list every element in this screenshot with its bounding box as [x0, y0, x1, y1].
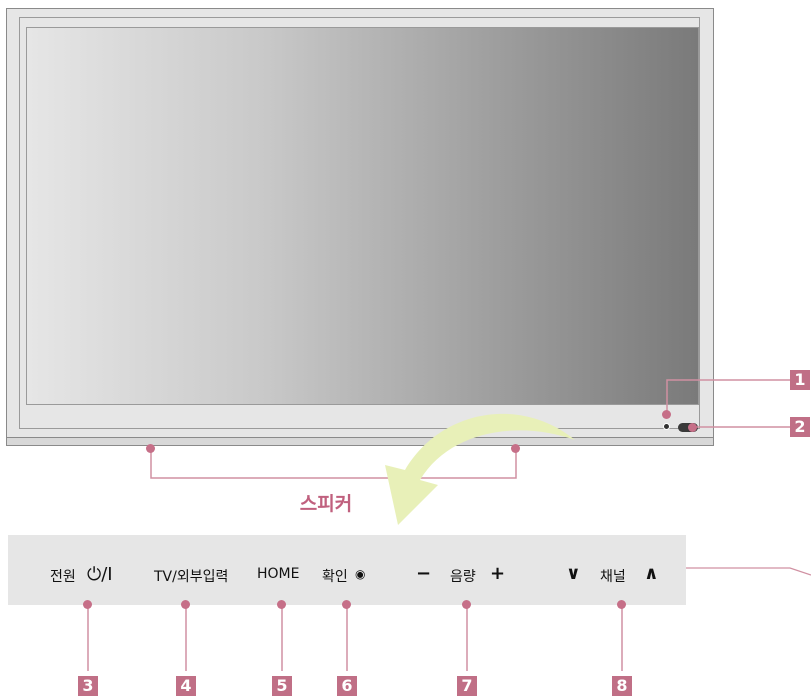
channel-up-button[interactable]: ∧	[644, 563, 659, 584]
home-button[interactable]: HOME	[257, 566, 299, 582]
indicator-marker-dot	[688, 423, 697, 432]
power-button-icon[interactable]: ⏻/Ⅰ	[87, 564, 113, 585]
volume-down-button[interactable]: −	[416, 563, 431, 584]
callout-4: 4	[176, 676, 196, 696]
speaker-left-dot	[146, 444, 155, 453]
ok-label: 확인	[322, 569, 348, 585]
volume-label: 음량	[450, 569, 476, 585]
callout-6: 6	[337, 676, 357, 696]
home-marker-dot	[277, 600, 286, 609]
callout-8: 8	[612, 676, 632, 696]
curved-arrow	[385, 413, 575, 525]
power-marker-dot	[83, 600, 92, 609]
channel-label: 채널	[600, 569, 626, 585]
sensor-marker-dot	[662, 410, 671, 419]
speaker-bracket	[150, 449, 517, 479]
callout-1-line	[666, 379, 790, 415]
callout-5: 5	[272, 676, 292, 696]
volume-up-button[interactable]: +	[490, 563, 505, 584]
speaker-right-dot	[511, 444, 520, 453]
input-button[interactable]: TV/외부입력	[154, 566, 228, 586]
volume-marker-dot	[462, 600, 471, 609]
callout-7: 7	[457, 676, 477, 696]
ok-marker-dot	[342, 600, 351, 609]
input-marker-dot	[181, 600, 190, 609]
callout-1: 1	[790, 370, 810, 390]
channel-marker-dot	[617, 600, 626, 609]
ok-button-icon[interactable]: ◉	[355, 567, 365, 581]
speaker-label: 스피커	[299, 493, 353, 515]
power-label: 전원	[50, 569, 76, 585]
callout-2: 2	[790, 417, 810, 437]
callout-3: 3	[78, 676, 98, 696]
channel-down-button[interactable]: ∨	[566, 563, 581, 584]
